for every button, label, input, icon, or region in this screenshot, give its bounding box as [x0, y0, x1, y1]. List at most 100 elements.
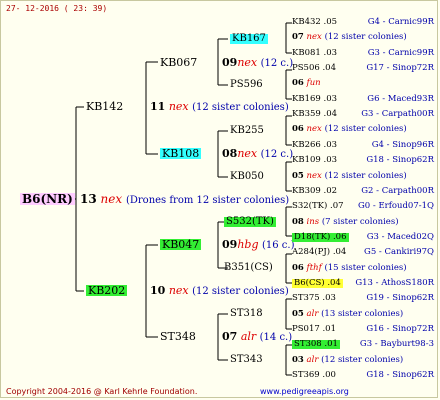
- timestamp: 27- 12-2016 ( 23: 39): [6, 4, 108, 13]
- generation-number: 09: [222, 238, 238, 251]
- node-kb050: KB050: [230, 171, 264, 182]
- leaf-origin: G16 - Sinop72R: [366, 324, 434, 334]
- marking: fun: [306, 78, 321, 88]
- sister-note: (12 c.): [260, 58, 294, 69]
- leaf-queen: ST375 .03: [292, 293, 336, 303]
- leaf-queen: PS506 .04: [292, 63, 336, 73]
- sister-note: (12 sister colonies): [192, 286, 289, 297]
- root-queen: B6(NR): [20, 192, 75, 206]
- leaf-origin: G4 - Sinop96R: [371, 140, 434, 150]
- leaf-origin: G18 - Sinop62R: [366, 370, 434, 380]
- leaf-origin: G3 - Carnic99R: [367, 48, 434, 58]
- marking: nex: [168, 284, 189, 297]
- generation-number: 06: [292, 78, 304, 88]
- leaf-queen: KB359 .04: [292, 109, 338, 119]
- marking: nex: [168, 100, 189, 113]
- leaf-origin: G3 - Maced02Q: [366, 232, 434, 242]
- leaf-origin: G19 - Sinop62R: [366, 293, 434, 303]
- node-st348-line: 07 alr (14 c.): [222, 331, 292, 343]
- node-s532: S532(TK): [224, 216, 276, 227]
- generation-number: 08: [222, 147, 238, 160]
- generation-number: 08: [292, 217, 304, 227]
- marking: alr: [306, 355, 319, 365]
- leaf-queen: KB266 .03: [292, 140, 338, 150]
- sister-note: (Drones from 12 sister colonies): [125, 195, 290, 206]
- node-st348: ST348: [160, 330, 196, 343]
- leaf-origin: G5 - Cankiri97Q: [364, 247, 434, 257]
- leaf-queen: KB081 .03: [292, 48, 338, 58]
- sister-note: (12 sister colonies): [324, 124, 407, 134]
- generation-number: 05: [292, 171, 304, 181]
- node-kb142-line: 11 nex (12 sister colonies): [150, 101, 289, 113]
- generation-number: 03: [292, 355, 304, 365]
- node-kb167: KB167: [230, 33, 268, 44]
- generation-number: 09: [222, 56, 238, 69]
- node-kb067-line: 09nex (12 c.): [222, 57, 293, 69]
- leaf-generation-row: 05 nex (12 sister colonies): [292, 172, 407, 181]
- marking: alr: [240, 330, 257, 343]
- node-st318: ST318: [230, 308, 263, 319]
- copyright-text: Copyright 2004-2016 @ Karl Kehrle Founda…: [6, 387, 198, 396]
- sister-note: (12 sister colonies): [321, 355, 404, 365]
- leaf-origin: G2 - Carpath00R: [361, 186, 434, 196]
- leaf-origin: G3 - Carpath00R: [361, 109, 434, 119]
- leaf-queen: B6(CS) .04: [292, 278, 343, 288]
- sister-note: (12 sister colonies): [324, 32, 407, 42]
- sister-note: (15 sister colonies): [324, 263, 407, 273]
- leaf-origin: G0 - Erfoud07-1Q: [358, 201, 434, 211]
- node-kb255: KB255: [230, 125, 264, 136]
- marking: alr: [306, 309, 319, 319]
- leaf-generation-row: 07 nex (12 sister colonies): [292, 33, 407, 42]
- leaf-queen: KB109 .03: [292, 155, 338, 165]
- generation-number: 07: [222, 330, 238, 343]
- marking: nex: [306, 171, 322, 181]
- leaf-queen: ST308 .01: [292, 339, 340, 349]
- node-b351: B351(CS): [224, 262, 273, 273]
- sister-note: (12 c.): [260, 149, 294, 160]
- leaf-queen: PS017 .01: [292, 324, 336, 334]
- leaf-queen: KB432 .05: [292, 17, 338, 27]
- leaf-origin: G18 - Sinop62R: [366, 155, 434, 165]
- sister-note: (12 sister colonies): [192, 102, 289, 113]
- marking: nex: [100, 192, 123, 206]
- generation-number: 05: [292, 309, 304, 319]
- leaf-origin: G13 - AthosS180R: [355, 278, 434, 288]
- generation-number: 11: [150, 100, 166, 113]
- marking: ins: [306, 217, 320, 227]
- marking: nex: [237, 56, 258, 69]
- leaf-origin: G3 - Bayburt98-3: [359, 339, 434, 349]
- leaf-queen: KB169 .03: [292, 94, 338, 104]
- marking: nex: [306, 32, 322, 42]
- node-kb108-line: 08nex (12 c.): [222, 148, 293, 160]
- node-kb108: KB108: [160, 147, 202, 160]
- leaf-queen: ST369 .00: [292, 370, 336, 380]
- leaf-generation-row: 03 alr (12 sister colonies): [292, 356, 403, 365]
- leaf-origin: G17 - Sinop72R: [366, 63, 434, 73]
- leaf-origin: G4 - Carnic99R: [367, 17, 434, 27]
- node-kb047: KB047: [160, 238, 202, 251]
- sister-note: (7 sister colonies): [321, 217, 399, 227]
- leaf-queen: S32(TK) .07: [292, 201, 344, 211]
- node-st343: ST343: [230, 354, 263, 365]
- leaf-queen: A284(PJ) .04: [292, 247, 347, 257]
- leaf-generation-row: 06 nex (12 sister colonies): [292, 125, 407, 134]
- leaf-queen: D18(TK) .06: [292, 232, 349, 242]
- leaf-generation-row: 05 alr (13 sister colonies): [292, 310, 403, 319]
- sister-note: (13 sister colonies): [321, 309, 404, 319]
- website-link[interactable]: www.pedigreeapis.org: [260, 388, 349, 396]
- leaf-generation-row: 06 fun: [292, 79, 321, 88]
- generation-number: 07: [292, 32, 304, 42]
- sister-note: (14 c.): [259, 332, 293, 343]
- node-kb067: KB067: [160, 56, 198, 69]
- node-kb142: KB142: [86, 100, 124, 113]
- node-ps596: PS596: [230, 79, 263, 90]
- node-kb202-line: 10 nex (12 sister colonies): [150, 285, 289, 297]
- sister-note: (16 c.): [261, 240, 295, 251]
- node-kb202: KB202: [86, 284, 128, 297]
- generation-number: 06: [292, 124, 304, 134]
- node-kb047-line: 09hbg (16 c.): [222, 239, 294, 251]
- marking: hbg: [237, 238, 259, 251]
- generation-number: 06: [292, 263, 304, 273]
- marking: nex: [306, 124, 322, 134]
- leaf-origin: G6 - Maced93R: [367, 94, 434, 104]
